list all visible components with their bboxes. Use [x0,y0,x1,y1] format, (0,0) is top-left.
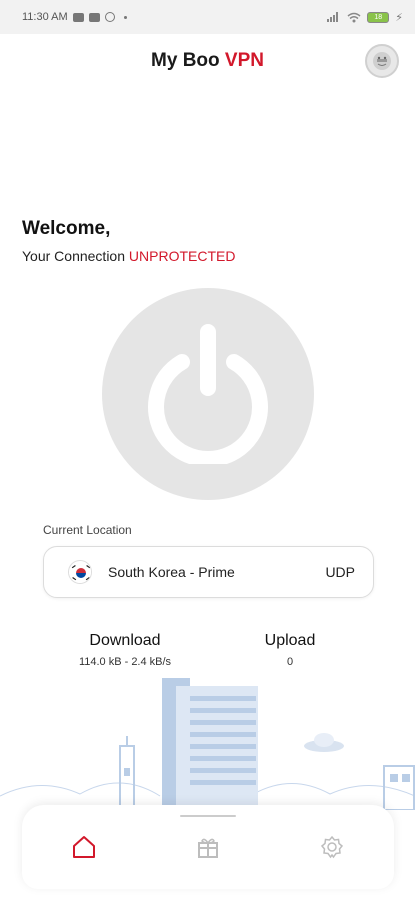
signal-icon [327,12,339,22]
app-title: My Boo VPN [0,50,415,72]
mascot-icon [373,52,391,70]
battery-level: 18 [374,13,383,21]
status-bar-left: 11:30 AM [22,11,127,23]
message-icon [72,12,84,22]
server-location-selector[interactable]: South Korea - Prime UDP [43,546,374,598]
connect-power-button[interactable] [102,288,314,500]
connection-status-text: Your Connection UNPROTECTED [22,248,235,264]
current-location-label: Current Location [43,523,132,537]
nav-gift[interactable] [178,817,238,877]
connection-prefix: Your Connection [22,248,129,264]
status-bar-right: 18 ⚡ [327,11,403,24]
server-name: South Korea - Prime [108,564,235,580]
badge-icon [320,835,344,859]
bottom-navigation [22,805,394,889]
wifi-icon [347,12,361,22]
south-korea-flag-icon [68,560,92,584]
home-icon [73,836,95,858]
gift-icon [198,838,218,858]
app-title-accent: VPN [224,50,264,71]
battery-icon: 18 [367,11,390,23]
connection-status: UNPROTECTED [128,248,236,264]
nav-badge[interactable] [302,817,362,877]
drag-handle[interactable] [180,815,236,817]
upload-label: Upload [264,632,316,649]
download-value: 114.0 kB - 2.4 kB/s [78,656,172,668]
upload-value: 0 [286,656,294,668]
status-time: 11:30 AM [22,11,68,23]
welcome-heading: Welcome, [22,218,111,239]
protocol-label: UDP [325,564,355,580]
download-label: Download [89,632,161,649]
sync-icon [104,12,115,22]
nav-home[interactable] [54,817,114,877]
city-skyline-illustration [0,678,415,810]
profile-avatar[interactable] [365,44,399,78]
status-bar: 11:30 AM 18 ⚡ [0,0,415,34]
app-title-main: My Boo [151,50,225,71]
app-header: My Boo VPN [0,34,415,90]
more-notifications-icon [123,15,127,19]
notification-icon [88,12,100,22]
power-icon [148,324,268,464]
charging-icon: ⚡ [395,11,403,24]
